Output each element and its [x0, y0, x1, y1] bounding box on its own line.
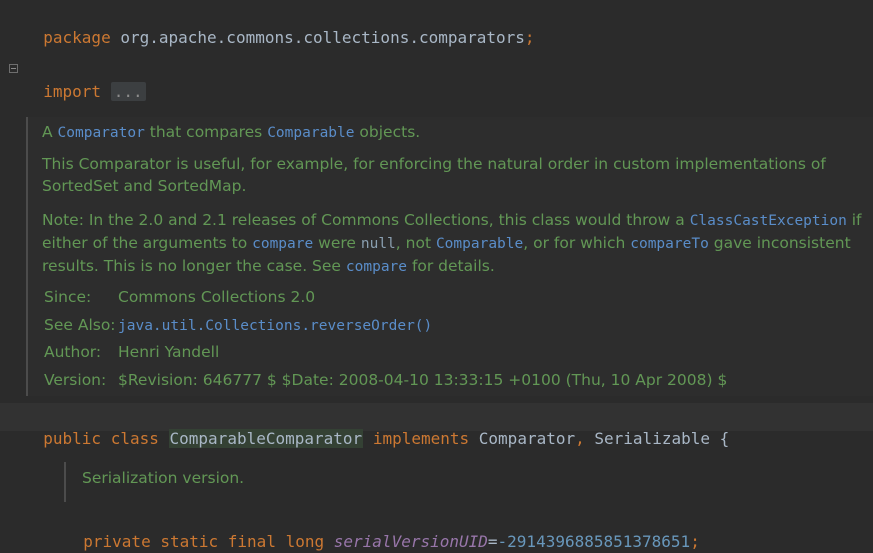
javadoc-note: Note: In the 2.0 and 2.1 releases of Com… [42, 209, 872, 278]
field-name[interactable]: serialVersionUID [334, 532, 488, 551]
null-code: null [360, 236, 396, 252]
version-value: $Revision: 646777 $ $Date: 2008-04-10 13… [118, 371, 728, 389]
comma: , [575, 429, 585, 448]
open-brace: { [719, 429, 730, 448]
author-value: Henri Yandell [118, 343, 220, 361]
version-row: Version: $Revision: 646777 $ $Date: 2008-… [44, 369, 727, 391]
field-declaration[interactable]: private static final long serialVersionU… [64, 509, 700, 553]
public-keyword: public [43, 429, 102, 448]
equals-sign: = [487, 532, 498, 551]
package-name[interactable]: org.apache.commons.collections.comparato… [120, 28, 525, 47]
interface-comparator[interactable]: Comparator [479, 429, 575, 448]
version-label: Version: [44, 371, 107, 389]
doc-text: , not [395, 234, 436, 252]
compare-link[interactable]: compare [252, 236, 313, 252]
see-also-label: See Also: [44, 316, 116, 334]
doc-text: that compares [144, 123, 268, 141]
compareto-link[interactable]: compareTo [630, 236, 709, 252]
see-also-row: See Also: java.util.Collections.reverseOr… [44, 314, 432, 337]
doc-text: , or for which [523, 234, 631, 252]
class-name[interactable]: ComparableComparator [168, 429, 364, 448]
fold-toggle-icon[interactable] [9, 64, 18, 73]
doc-text: Note: In the 2.0 and 2.1 releases of Com… [42, 211, 690, 229]
private-keyword: private [83, 532, 151, 551]
package-keyword: package [43, 28, 111, 47]
doc-text: A [42, 123, 58, 141]
doc-text: for details. [407, 257, 495, 275]
field-doc-text: Serialization version. [82, 469, 245, 487]
author-label: Author: [44, 343, 102, 361]
class-declaration[interactable]: public class ComparableComparator implem… [24, 406, 729, 450]
long-keyword: long [285, 532, 325, 551]
comparable-link[interactable]: Comparable [267, 125, 354, 141]
author-row: Author: Henri Yandell [44, 341, 219, 363]
doc-text: objects. [354, 123, 421, 141]
classcastexception-link[interactable]: ClassCastException [690, 213, 847, 229]
javadoc-summary: A Comparator that compares Comparable ob… [42, 121, 420, 144]
reverse-order-link[interactable]: java.util.Collections.reverseOrder() [118, 318, 432, 334]
package-declaration[interactable]: package org.apache.commons.collections.c… [24, 5, 535, 49]
field-javadoc: Serialization version. [64, 462, 873, 502]
since-value: Commons Collections 2.0 [118, 288, 316, 306]
since-row: Since: Commons Collections 2.0 [44, 286, 315, 308]
since-label: Since: [44, 288, 92, 306]
comparator-link[interactable]: Comparator [58, 125, 145, 141]
javadoc-paragraph-2: This Comparator is useful, for example, … [42, 155, 826, 195]
import-declaration[interactable]: import ... [24, 59, 146, 103]
class-keyword: class [110, 429, 159, 448]
interface-serializable[interactable]: Serializable [594, 429, 710, 448]
folded-imports[interactable]: ... [110, 82, 146, 101]
semicolon: ; [690, 532, 700, 551]
compare-link-2[interactable]: compare [346, 259, 407, 275]
semicolon: ; [524, 28, 535, 47]
field-value: -2914396885851378651 [497, 532, 691, 551]
class-javadoc: A Comparator that compares Comparable ob… [26, 117, 873, 396]
static-keyword: static [160, 532, 219, 551]
import-keyword: import [43, 82, 102, 101]
final-keyword: final [227, 532, 276, 551]
comparable-link-2[interactable]: Comparable [436, 236, 523, 252]
doc-text: were [313, 234, 361, 252]
implements-keyword: implements [372, 429, 470, 448]
